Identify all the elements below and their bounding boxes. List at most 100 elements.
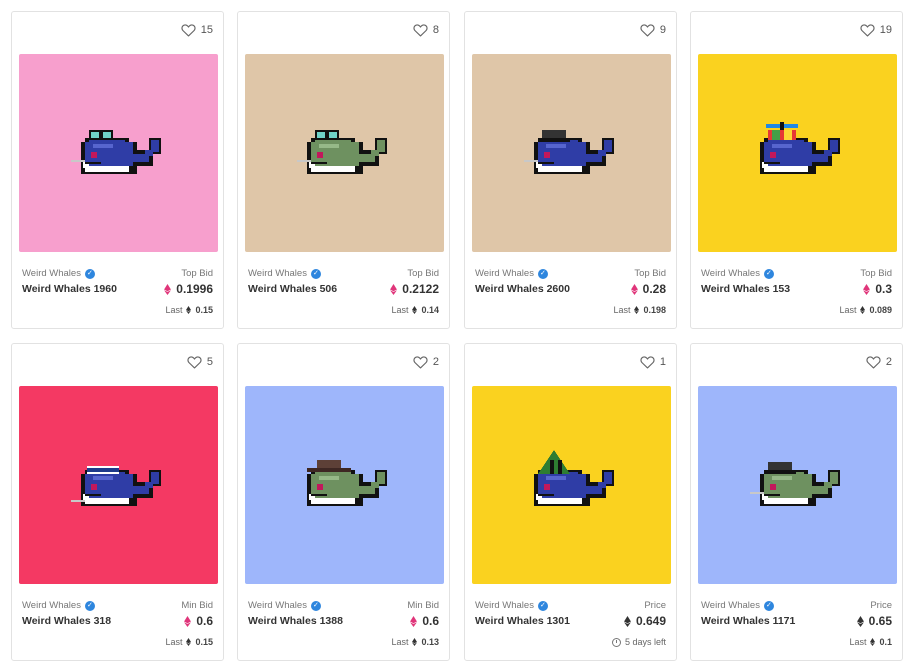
price-label: Price: [644, 600, 666, 611]
price-block: Top Bid 0.28: [630, 268, 666, 296]
verified-icon: ✓: [537, 268, 548, 279]
price-amount: 0.6: [422, 614, 439, 628]
like-button[interactable]: 5: [187, 355, 213, 369]
eth-icon: [863, 283, 871, 295]
eth-icon: [186, 306, 192, 314]
like-count: 9: [659, 24, 666, 36]
eth-icon: [412, 306, 418, 314]
card-footer: Last 0.089: [839, 305, 892, 315]
collection-name: Weird Whales: [475, 268, 534, 279]
eth-icon: [390, 283, 398, 295]
collection-name: Weird Whales: [701, 600, 760, 611]
price-value: 0.3: [860, 282, 892, 296]
last-sale-value: 0.13: [421, 637, 439, 647]
last-sale-label: Last: [391, 637, 409, 647]
time-left: 5 days left: [624, 637, 666, 647]
nft-card[interactable]: 1 Weird Whales ✓ Weird Whales 1301 Price 0.64…: [464, 343, 677, 661]
like-button[interactable]: 15: [181, 23, 213, 37]
last-sale-value: 0.14: [421, 305, 439, 315]
last-sale-value: 0.1: [879, 637, 892, 647]
verified-icon: ✓: [763, 268, 774, 279]
price-block: Price 0.649: [624, 600, 666, 628]
verified-icon: ✓: [763, 600, 774, 611]
price-amount: 0.28: [642, 282, 666, 296]
verified-icon: ✓: [310, 268, 321, 279]
price-label: Top Bid: [634, 268, 666, 279]
price-block: Min Bid 0.6: [407, 600, 439, 628]
like-button[interactable]: 2: [866, 355, 892, 369]
price-label: Min Bid: [407, 600, 439, 611]
card-footer: Last 0.13: [391, 637, 439, 647]
nft-image[interactable]: [472, 54, 671, 252]
price-label: Price: [870, 600, 892, 611]
nft-image[interactable]: [19, 386, 218, 584]
last-sale-label: Last: [849, 637, 867, 647]
heart-icon: [181, 23, 196, 37]
price-block: Min Bid 0.6: [181, 600, 213, 628]
eth-icon: [624, 615, 631, 627]
last-sale-value: 0.15: [195, 637, 213, 647]
nft-image[interactable]: [698, 54, 897, 252]
last-sale-label: Last: [165, 305, 183, 315]
price-value: 0.649: [624, 614, 666, 628]
price-amount: 0.1996: [176, 282, 213, 296]
nft-card[interactable]: 19 Weird Whales ✓ Weird Whales 153 Top Bid 0.…: [690, 11, 903, 329]
nft-card[interactable]: 9 Weird Whales ✓ Weird Whales 2600 Top Bid 0.…: [464, 11, 677, 329]
verified-icon: ✓: [84, 268, 95, 279]
price-amount: 0.6: [196, 614, 213, 628]
nft-card[interactable]: 15 Weird Whales ✓ Weird Whales 1960 Top Bid 0…: [11, 11, 224, 329]
nft-card[interactable]: 5 Weird Whales ✓ Weird Whales 318 Min Bid 0.6…: [11, 343, 224, 661]
last-sale-label: Last: [613, 305, 631, 315]
like-count: 15: [200, 24, 213, 36]
eth-icon: [870, 638, 876, 646]
eth-icon: [860, 306, 866, 314]
like-count: 8: [432, 24, 439, 36]
last-sale-value: 0.089: [869, 305, 892, 315]
price-label: Top Bid: [181, 268, 213, 279]
heart-icon: [866, 355, 881, 369]
nft-card[interactable]: 2 Weird Whales ✓ Weird Whales 1388 Min Bid 0.…: [237, 343, 450, 661]
like-count: 2: [885, 356, 892, 368]
eth-icon: [634, 306, 640, 314]
heart-icon: [413, 355, 428, 369]
last-sale-label: Last: [165, 637, 183, 647]
like-count: 5: [206, 356, 213, 368]
nft-card[interactable]: 8 Weird Whales ✓ Weird Whales 506 Top Bid 0.2…: [237, 11, 450, 329]
verified-icon: ✓: [310, 600, 321, 611]
price-value: 0.1996: [164, 282, 213, 296]
eth-icon: [412, 638, 418, 646]
nft-image[interactable]: [472, 386, 671, 584]
last-sale-value: 0.15: [195, 305, 213, 315]
price-block: Top Bid 0.2122: [390, 268, 439, 296]
card-footer: Last 0.198: [613, 305, 666, 315]
collection-name: Weird Whales: [248, 600, 307, 611]
price-block: Top Bid 0.1996: [164, 268, 213, 296]
like-button[interactable]: 9: [640, 23, 666, 37]
card-footer: Last 0.1: [849, 637, 892, 647]
price-block: Top Bid 0.3: [860, 268, 892, 296]
nft-card[interactable]: 2 Weird Whales ✓ Weird Whales 1171 Price 0.65…: [690, 343, 903, 661]
price-value: 0.28: [630, 282, 666, 296]
like-button[interactable]: 1: [640, 355, 666, 369]
nft-image[interactable]: [245, 386, 444, 584]
like-count: 19: [879, 24, 892, 36]
nft-image[interactable]: [245, 54, 444, 252]
price-value: 0.2122: [390, 282, 439, 296]
card-footer: 5 days left: [611, 637, 666, 647]
eth-icon: [630, 283, 638, 295]
heart-icon: [860, 23, 875, 37]
nft-image[interactable]: [19, 54, 218, 252]
price-amount: 0.3: [875, 282, 892, 296]
collection-name: Weird Whales: [22, 268, 81, 279]
price-value: 0.6: [181, 614, 213, 628]
like-button[interactable]: 2: [413, 355, 439, 369]
heart-icon: [640, 23, 655, 37]
card-footer: Last 0.15: [165, 305, 213, 315]
price-label: Top Bid: [860, 268, 892, 279]
like-count: 1: [659, 356, 666, 368]
like-button[interactable]: 8: [413, 23, 439, 37]
like-button[interactable]: 19: [860, 23, 892, 37]
verified-icon: ✓: [537, 600, 548, 611]
eth-icon: [856, 615, 864, 627]
nft-image[interactable]: [698, 386, 897, 584]
